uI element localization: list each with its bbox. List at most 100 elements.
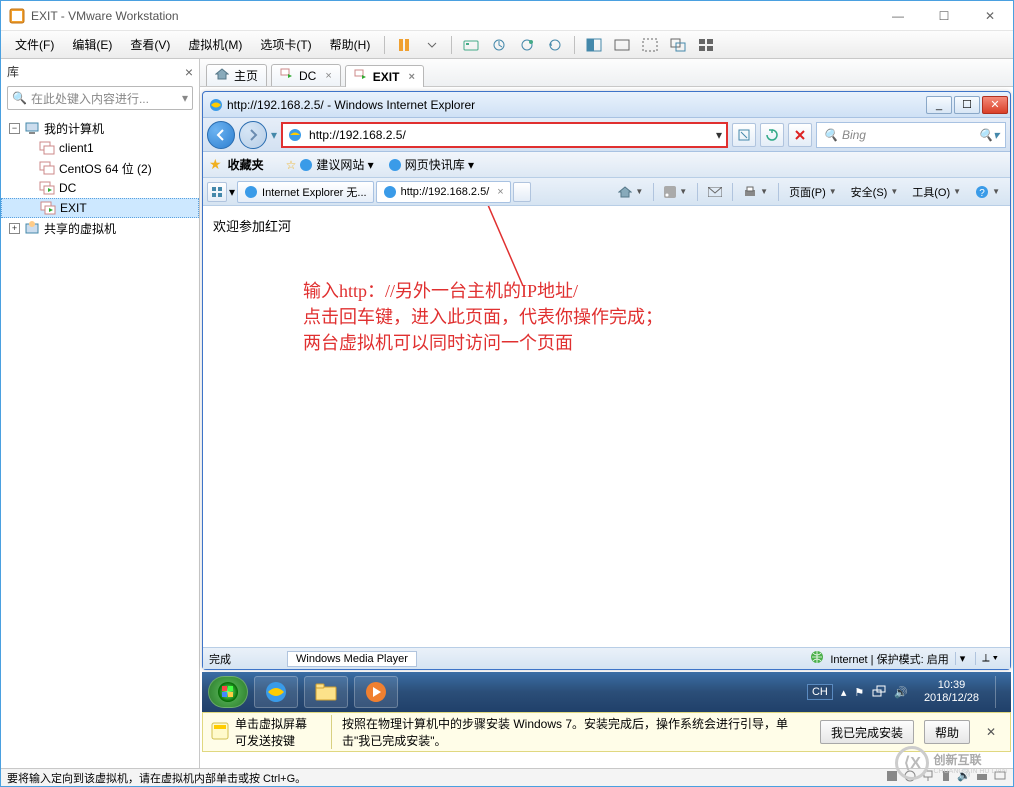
lang-indicator[interactable]: CH — [807, 684, 833, 700]
search-go-icon[interactable]: 🔍▾ — [978, 128, 999, 142]
minimize-button[interactable]: — — [875, 1, 921, 30]
taskbar-explorer-icon[interactable] — [304, 676, 348, 708]
pause-icon[interactable] — [391, 34, 417, 56]
tray-up-icon[interactable]: ▴ — [841, 686, 847, 699]
tree-node-my-computer[interactable]: − 我的计算机 — [1, 118, 199, 138]
dropdown-icon[interactable] — [419, 34, 445, 56]
revert-icon[interactable] — [542, 34, 568, 56]
sidebar-close-icon[interactable]: × — [185, 64, 193, 80]
tab-close-icon[interactable]: × — [497, 186, 503, 198]
stop-button[interactable] — [788, 123, 812, 147]
refresh-button[interactable] — [760, 123, 784, 147]
send-ctrl-alt-del-icon[interactable] — [458, 34, 484, 56]
menu-vm[interactable]: 虚拟机(M) — [180, 33, 250, 56]
ie-close-button[interactable]: ✕ — [982, 96, 1008, 114]
help-icon[interactable]: ?▼ — [969, 181, 1006, 203]
computer-icon — [24, 120, 40, 136]
tree-node-client1[interactable]: client1 — [1, 138, 199, 158]
home-icon[interactable]: ▼ — [612, 181, 649, 203]
separator — [384, 36, 385, 54]
tab-dc[interactable]: DC × — [271, 64, 341, 86]
zone-text: Internet | 保护模式: 启用 — [830, 651, 948, 667]
collapse-icon[interactable]: − — [9, 123, 20, 134]
print-icon[interactable]: ▼ — [737, 181, 774, 203]
compat-view-icon[interactable] — [732, 123, 756, 147]
protected-mode-dropdown[interactable]: ▾ — [955, 652, 970, 665]
vmware-icon — [9, 8, 25, 24]
ie-minimize-button[interactable]: _ — [926, 96, 952, 114]
vm-on-icon — [354, 69, 368, 84]
address-bar[interactable]: ▾ — [281, 122, 728, 148]
tray-volume-icon[interactable]: 🔊 — [894, 686, 908, 699]
close-button[interactable]: ✕ — [967, 1, 1013, 30]
tree-node-exit[interactable]: EXIT — [1, 198, 199, 218]
tab-close-icon[interactable]: × — [408, 71, 414, 83]
hint-close-icon[interactable]: ✕ — [980, 721, 1002, 743]
address-input[interactable] — [307, 125, 712, 145]
show-desktop-button[interactable] — [995, 676, 1005, 708]
new-tab-button[interactable] — [513, 182, 531, 202]
quick-tabs-icon[interactable] — [207, 182, 227, 202]
expand-icon[interactable]: + — [9, 223, 20, 234]
search-icon: 🔍 — [823, 128, 838, 142]
tree-node-centos[interactable]: CentOS 64 位 (2) — [1, 158, 199, 178]
ie-tab-blocked[interactable]: Internet Explorer 无... — [237, 181, 374, 203]
favorites-star-icon[interactable]: ★ — [209, 156, 222, 173]
search-box[interactable]: 🔍 Bing 🔍▾ — [816, 122, 1006, 148]
menu-tabs[interactable]: 选项卡(T) — [252, 33, 319, 56]
watermark: ⟨X 创新互联 CHUANG XIN HU LIAN — [895, 746, 1007, 780]
safety-menu[interactable]: 安全(S) ▼ — [845, 181, 905, 203]
finish-install-button[interactable]: 我已完成安装 — [820, 720, 914, 744]
ie-title-text: http://192.168.2.5/ - Windows Internet E… — [227, 98, 475, 112]
back-button[interactable] — [207, 121, 235, 149]
menu-view[interactable]: 查看(V) — [122, 33, 178, 56]
vm-display[interactable]: http://192.168.2.5/ - Windows Internet E… — [200, 87, 1013, 768]
feeds-icon[interactable]: ▼ — [658, 181, 693, 203]
forward-button[interactable] — [239, 121, 267, 149]
snapshot-manage-icon[interactable] — [514, 34, 540, 56]
tray-flag-icon[interactable]: ⚑ — [854, 686, 864, 699]
status-mid-button[interactable]: Windows Media Player — [287, 651, 417, 667]
tree-node-shared[interactable]: + 共享的虚拟机 — [1, 218, 199, 238]
fav-suggested-sites[interactable]: ☆建议网站 ▾ — [282, 155, 378, 174]
page-menu[interactable]: 页面(P) ▼ — [783, 181, 843, 203]
separator — [451, 36, 452, 54]
star-icon: ☆ — [286, 158, 297, 172]
library-search-input[interactable]: 🔍 在此处键入内容进行... ▾ — [7, 86, 193, 110]
tab-close-icon[interactable]: × — [325, 70, 331, 82]
tools-menu[interactable]: 工具(O) ▼ — [906, 181, 967, 203]
vmware-status-bar: 要将输入定向到该虚拟机，请在虚拟机内部单击或按 Ctrl+G。 🔊 — [1, 768, 1013, 786]
tray-network-icon[interactable] — [872, 685, 886, 700]
address-dropdown-icon[interactable]: ▾ — [716, 128, 722, 142]
tab-exit[interactable]: EXIT × — [345, 65, 424, 87]
fullscreen-icon[interactable] — [637, 34, 663, 56]
fit-guest-icon[interactable] — [581, 34, 607, 56]
thumbnail-icon[interactable] — [693, 34, 719, 56]
unity-icon[interactable] — [665, 34, 691, 56]
home-icon — [215, 68, 229, 83]
dropdown-icon[interactable]: ▾ — [182, 91, 188, 105]
snapshot-icon[interactable] — [486, 34, 512, 56]
fav-web-slice[interactable]: 网页快讯库 ▾ — [384, 155, 478, 174]
taskbar-wmp-icon[interactable] — [354, 676, 398, 708]
ie-maximize-button[interactable]: ☐ — [954, 96, 980, 114]
tree-node-dc[interactable]: DC — [1, 178, 199, 198]
maximize-button[interactable]: ☐ — [921, 1, 967, 30]
tab-list-dropdown-icon[interactable]: ▾ — [229, 185, 235, 199]
nav-dropdown-icon[interactable]: ▾ — [271, 128, 277, 142]
read-mail-icon[interactable] — [702, 181, 728, 203]
help-button[interactable]: 帮助 — [924, 720, 970, 744]
favorites-label[interactable]: 收藏夹 — [228, 156, 264, 173]
taskbar-ie-icon[interactable] — [254, 676, 298, 708]
zoom-dropdown[interactable]: ⟂ ▾ — [975, 652, 1004, 665]
menu-edit[interactable]: 编辑(E) — [64, 33, 120, 56]
tab-home[interactable]: 主页 — [206, 64, 267, 86]
menu-file[interactable]: 文件(F) — [7, 33, 62, 56]
start-button[interactable] — [208, 676, 248, 708]
ie-page-content[interactable]: 欢迎参加红河 输入http：//另外一台主机的IP地址/ 点击回车键，进入此页面… — [203, 206, 1010, 647]
ie-titlebar[interactable]: http://192.168.2.5/ - Windows Internet E… — [203, 92, 1010, 118]
menu-help[interactable]: 帮助(H) — [322, 33, 379, 56]
ie-tab-current[interactable]: http://192.168.2.5/ × — [376, 181, 511, 203]
taskbar-clock[interactable]: 10:39 2018/12/28 — [916, 679, 987, 705]
console-view-icon[interactable] — [609, 34, 635, 56]
